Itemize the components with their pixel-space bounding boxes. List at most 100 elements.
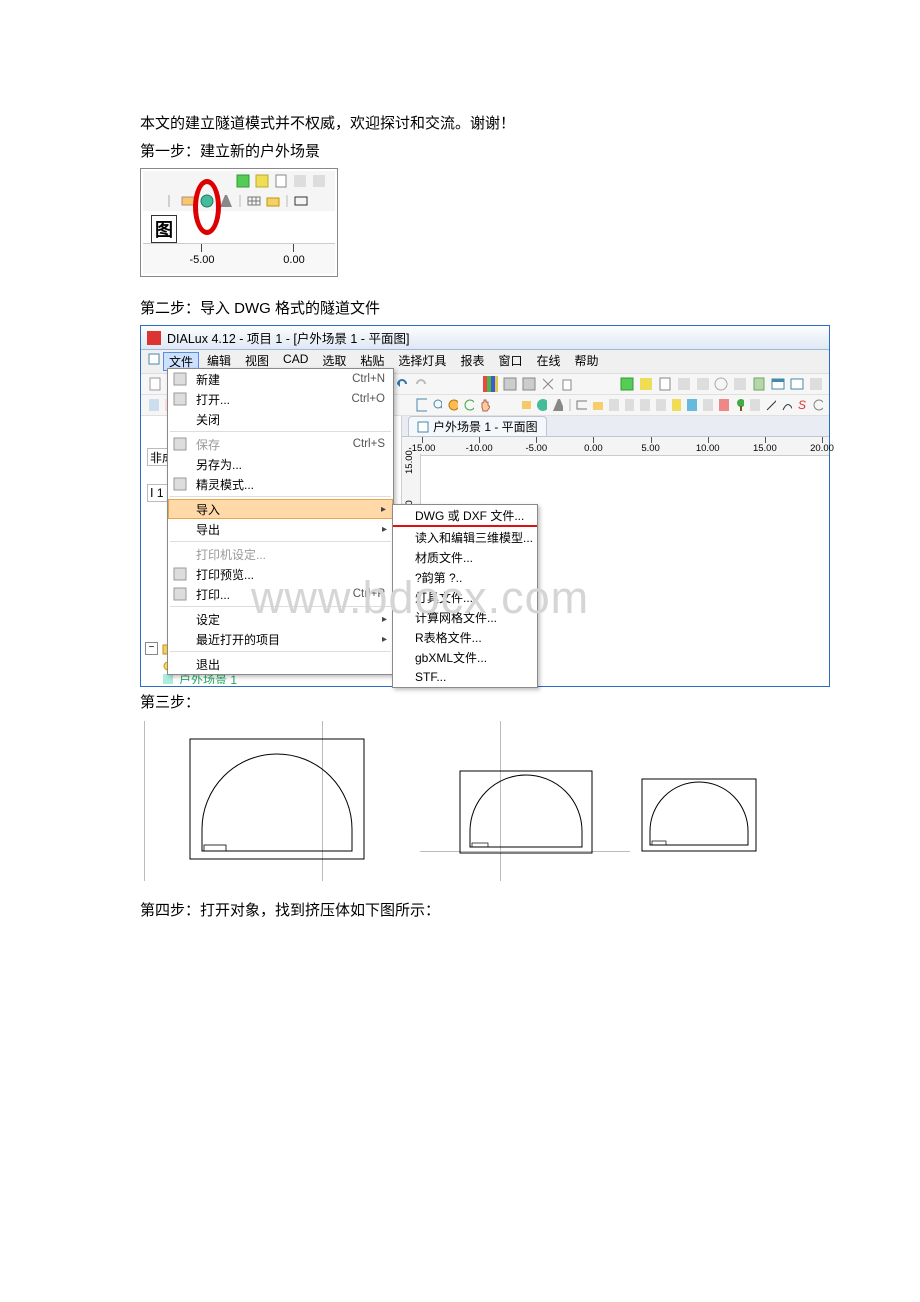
calc-icon[interactable] — [751, 376, 766, 392]
menu-item[interactable]: 新建Ctrl+N — [168, 369, 393, 389]
tunnel-profile-mid — [456, 767, 606, 877]
tree-collapse-icon[interactable]: − — [145, 642, 158, 655]
new-scene-icon[interactable] — [657, 376, 672, 392]
sidebar-panel-label: 图 — [151, 215, 177, 243]
redo-icon[interactable] — [413, 376, 428, 392]
menu-item[interactable]: 保存Ctrl+S — [168, 434, 393, 454]
curve-icon[interactable] — [780, 397, 792, 413]
submenu-item[interactable]: 计算网格文件... — [393, 607, 537, 627]
gen-icon[interactable] — [623, 397, 635, 413]
gen-icon[interactable] — [713, 376, 728, 392]
submenu-item[interactable]: gbXML文件... — [393, 647, 537, 667]
gen-icon[interactable] — [685, 397, 697, 413]
cube-yellow-icon[interactable] — [638, 376, 653, 392]
box-icon[interactable] — [520, 397, 532, 413]
menu-item[interactable]: 另存为... — [168, 454, 393, 474]
tunnel-profile-small — [638, 775, 768, 871]
copy-icon[interactable] — [559, 376, 574, 392]
menu-item[interactable]: 设定 — [168, 609, 393, 629]
ruler-tick-label: -5.00 — [525, 443, 547, 454]
tree-icon[interactable] — [733, 397, 745, 413]
menu-item[interactable]: 导出 — [168, 519, 393, 539]
gen-icon[interactable] — [695, 376, 710, 392]
menu-item[interactable]: 打开...Ctrl+O — [168, 389, 393, 409]
submenu-item[interactable]: 材质文件... — [393, 547, 537, 567]
separator-icon — [284, 193, 290, 209]
window-icon[interactable] — [789, 376, 804, 392]
ruler-tick-label: 0.00 — [584, 443, 603, 454]
zoom-icon[interactable] — [431, 397, 443, 413]
menu-report[interactable]: 报表 — [454, 352, 490, 371]
tab-plan-view[interactable]: 户外场景 1 - 平面图 — [408, 416, 547, 436]
grid-icon[interactable] — [575, 397, 587, 413]
horizontal-ruler: -15.00-10.00-5.000.005.0010.0015.0020.00 — [402, 437, 829, 456]
submenu-item[interactable]: STF... — [393, 667, 537, 687]
line-icon[interactable] — [764, 397, 776, 413]
pan-icon[interactable] — [446, 397, 458, 413]
highlighted-outdoor-scene-button[interactable] — [199, 193, 215, 209]
undo-icon[interactable] — [394, 376, 409, 392]
gen-icon[interactable] — [147, 397, 159, 413]
globe-icon[interactable] — [535, 397, 547, 413]
scene-icon — [161, 674, 175, 684]
window-title: DIALux 4.12 - 项目 1 - [户外场景 1 - 平面图] — [167, 328, 409, 347]
menu-item[interactable]: 精灵模式... — [168, 474, 393, 494]
new-doc-icon — [273, 173, 289, 189]
menu-help[interactable]: 帮助 — [568, 352, 604, 371]
cut-icon[interactable] — [540, 376, 555, 392]
menu-item[interactable]: 退出 — [168, 654, 393, 674]
new-icon[interactable] — [147, 376, 162, 392]
app-doc-icon — [147, 352, 161, 366]
cube-green-icon — [235, 173, 251, 189]
open-icon — [172, 391, 188, 407]
print-icon — [172, 586, 188, 602]
menu-item[interactable]: 打印预览... — [168, 564, 393, 584]
gen-icon[interactable] — [676, 376, 691, 392]
figure-1: 图 -5.00 0.00 — [140, 168, 338, 277]
gen-icon[interactable] — [732, 376, 747, 392]
gen-icon[interactable] — [748, 397, 760, 413]
zoom-extents-icon[interactable] — [415, 397, 427, 413]
gen-icon[interactable] — [670, 397, 682, 413]
gen-icon[interactable] — [811, 397, 823, 413]
submenu-item[interactable]: 读入和编辑三维模型... — [393, 527, 537, 547]
hand-icon[interactable] — [478, 397, 490, 413]
menu-item[interactable]: 打印...Ctrl+P — [168, 584, 393, 604]
submenu-item[interactable]: DWG 或 DXF 文件... — [393, 505, 537, 527]
step4-text: 第四步：打开对象，找到挤压体如下图所示： — [140, 899, 860, 923]
cube-icon[interactable] — [521, 376, 536, 392]
gen-icon[interactable] — [607, 397, 619, 413]
gen-icon[interactable] — [638, 397, 650, 413]
new-icon — [172, 371, 188, 387]
globe-icon — [199, 193, 215, 209]
menu-luminaire[interactable]: 选择灯具 — [392, 352, 452, 371]
step1-text: 第一步：建立新的户外场景 — [140, 140, 860, 164]
gen-icon[interactable] — [808, 376, 823, 392]
cube-green-icon[interactable] — [619, 376, 634, 392]
app-logo-icon — [147, 331, 161, 345]
orbit-icon[interactable] — [462, 397, 474, 413]
gen-icon[interactable] — [654, 397, 666, 413]
tree-scene-1[interactable]: 户外场景 1 — [179, 674, 237, 684]
menu-item[interactable]: 打印机设定... — [168, 544, 393, 564]
menu-item[interactable]: 最近打开的项目 — [168, 629, 393, 649]
menu-online[interactable]: 在线 — [530, 352, 566, 371]
import-submenu[interactable]: DWG 或 DXF 文件...读入和编辑三维模型...材质文件...?韵第 ?.… — [392, 504, 538, 688]
menu-item[interactable]: 导入 — [168, 499, 393, 519]
road-icon[interactable] — [551, 397, 563, 413]
rect-icon — [293, 193, 309, 209]
ruler-tick-label: 15.00 — [404, 450, 415, 474]
palette-icon[interactable] — [483, 376, 498, 392]
file-menu-dropdown[interactable]: 新建Ctrl+N打开...Ctrl+O关闭保存Ctrl+S另存为...精灵模式.… — [167, 368, 394, 675]
gen-icon[interactable] — [701, 397, 713, 413]
submenu-item[interactable]: ?韵第 ?.. — [393, 567, 537, 587]
gen-icon[interactable] — [717, 397, 729, 413]
window-icon[interactable] — [770, 376, 785, 392]
s-icon[interactable]: S — [796, 397, 808, 413]
submenu-item[interactable]: R表格文件... — [393, 627, 537, 647]
menu-window[interactable]: 窗口 — [492, 352, 528, 371]
cube-icon[interactable] — [502, 376, 517, 392]
submenu-item[interactable]: 灯具文件... — [393, 587, 537, 607]
folder-icon[interactable] — [591, 397, 603, 413]
menu-item[interactable]: 关闭 — [168, 409, 393, 429]
